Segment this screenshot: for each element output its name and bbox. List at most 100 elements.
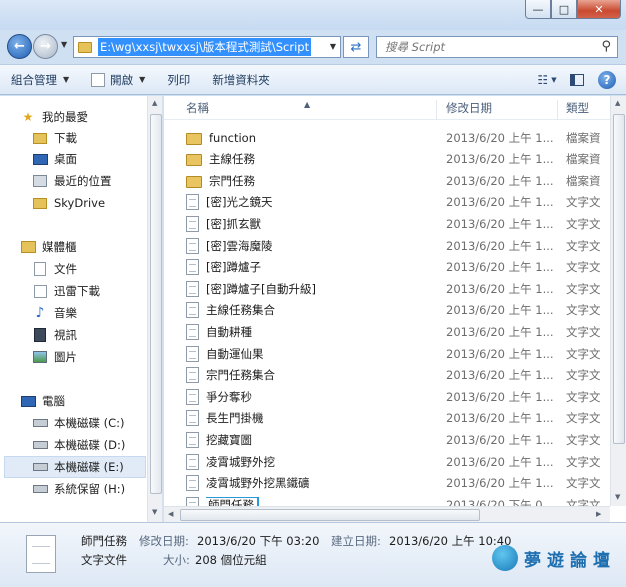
file-type: 文字文 [566, 324, 601, 339]
file-row[interactable]: 挖藏寶圖 2013/6/20 上午 1... 文字文 [178, 429, 610, 450]
nav-pictures[interactable]: 圖片 [32, 346, 162, 368]
preview-pane-button[interactable] [566, 69, 588, 91]
file-row[interactable]: 主線任務 2013/6/20 上午 1... 檔案資 [178, 149, 610, 170]
hscroll-thumb[interactable] [180, 509, 480, 521]
nav-label: 圖片 [54, 350, 77, 364]
minimize-button[interactable]: — [525, 0, 551, 19]
nav-skydrive[interactable]: SkyDrive [32, 192, 162, 214]
file-row[interactable]: 自動耕種 2013/6/20 上午 1... 文字文 [178, 321, 610, 342]
file-name: function [209, 130, 256, 145]
nav-drive-e[interactable]: 本機磁碟 (E:) [4, 456, 146, 478]
new-folder-button[interactable]: 新增資料夾 [201, 64, 281, 95]
file-list-vscrollbar[interactable]: ▲ ▼ [610, 96, 626, 506]
text-document-icon [186, 410, 199, 427]
scroll-right-icon[interactable]: ▶ [596, 510, 601, 518]
file-date: 2013/6/20 上午 1... [446, 476, 554, 491]
back-button[interactable]: ← [7, 34, 32, 59]
close-button[interactable]: ✕ [577, 0, 621, 19]
file-name: 自動運仙果 [206, 346, 264, 361]
print-button[interactable]: 列印 [156, 64, 201, 95]
text-document-icon [26, 535, 56, 573]
nav-desktop[interactable]: 桌面 [32, 148, 162, 170]
search-box[interactable]: ⚲ [376, 36, 618, 58]
recent-pages-dropdown[interactable]: ▼ [61, 40, 67, 49]
file-row[interactable]: 長生門掛機 2013/6/20 上午 1... 文字文 [178, 408, 610, 429]
file-type: 檔案資 [566, 152, 601, 167]
file-list-hscrollbar[interactable]: ◀ ▶ [164, 506, 610, 522]
nav-video[interactable]: 視訊 [32, 324, 162, 346]
file-row[interactable]: 爭分奪秒 2013/6/20 上午 1... 文字文 [178, 386, 610, 407]
column-date[interactable]: 修改日期 [446, 100, 492, 116]
forum-logo-icon [492, 545, 518, 571]
file-row[interactable]: 主線任務集合 2013/6/20 上午 1... 文字文 [178, 300, 610, 321]
file-row[interactable]: 宗門任務集合 2013/6/20 上午 1... 文字文 [178, 365, 610, 386]
back-arrow-icon: ← [14, 39, 25, 54]
vscroll-thumb[interactable] [613, 114, 625, 444]
file-row[interactable]: 宗門任務 2013/6/20 上午 1... 檔案資 [178, 170, 610, 191]
nav-label: 媒體櫃 [42, 240, 77, 254]
column-divider[interactable] [557, 100, 558, 120]
downloads-folder-icon [32, 131, 48, 145]
file-name-cell: [密]抓玄獸 [206, 216, 439, 232]
libraries-icon [20, 240, 36, 254]
maximize-button[interactable]: □ [551, 0, 577, 19]
file-name: 主線任務集合 [206, 303, 275, 318]
file-date: 2013/6/20 上午 1... [446, 324, 554, 339]
file-row[interactable]: 凌霄城野外挖黑鐵礦 2013/6/20 上午 1... 文字文 [178, 473, 610, 494]
scroll-down-icon[interactable]: ▼ [152, 508, 157, 516]
help-button[interactable]: ? [596, 69, 618, 91]
search-input[interactable] [377, 37, 587, 57]
folder-icon [78, 41, 92, 53]
file-name-cell: [密]雲海魔陵 [206, 238, 439, 254]
scroll-down-icon[interactable]: ▼ [615, 493, 620, 501]
nav-thunder-download[interactable]: 迅雷下載 [32, 280, 162, 302]
nav-documents[interactable]: 文件 [32, 258, 162, 280]
file-name-cell: 自動運仙果 [206, 346, 439, 362]
file-row[interactable]: [密]光之鏡天 2013/6/20 上午 1... 文字文 [178, 192, 610, 213]
text-document-icon [186, 259, 199, 276]
nav-music[interactable]: ♪ 音樂 [32, 302, 162, 324]
nav-favorites[interactable]: ★ 我的最愛 [20, 106, 162, 128]
nav-libraries[interactable]: 媒體櫃 [20, 236, 162, 258]
column-name[interactable]: 名稱 [186, 100, 209, 116]
file-name-cell: 自動耕種 [206, 324, 439, 340]
nav-computer[interactable]: 電腦 [20, 390, 162, 412]
text-document-icon [186, 302, 199, 319]
nav-drive-c[interactable]: 本機磁碟 (C:) [32, 412, 162, 434]
scroll-up-icon[interactable]: ▲ [615, 99, 620, 107]
file-row[interactable]: 凌霄城野外挖 2013/6/20 上午 1... 文字文 [178, 451, 610, 472]
nav-downloads[interactable]: 下載 [32, 127, 162, 149]
file-row[interactable]: 自動運仙果 2013/6/20 上午 1... 文字文 [178, 343, 610, 364]
file-row[interactable]: [密]蹲爐子[自動升級] 2013/6/20 上午 1... 文字文 [178, 278, 610, 299]
scroll-left-icon[interactable]: ◀ [168, 510, 173, 518]
details-size-label: 大小: [163, 553, 190, 567]
address-bar[interactable]: E:\wg\xxsj\twxxsj\版本程式測試\Script ▼ [73, 36, 341, 58]
column-type[interactable]: 類型 [566, 100, 589, 116]
nav-scroll-thumb[interactable] [150, 114, 162, 494]
search-icon[interactable]: ⚲ [601, 39, 611, 54]
organize-button[interactable]: 組合管理 ▼ [0, 64, 80, 95]
address-path[interactable]: E:\wg\xxsj\twxxsj\版本程式測試\Script [98, 38, 312, 56]
file-row[interactable]: [密]抓玄獸 2013/6/20 上午 1... 文字文 [178, 213, 610, 234]
text-document-icon [186, 237, 199, 254]
nav-drive-h[interactable]: 系統保留 (H:) [32, 478, 162, 500]
scroll-up-icon[interactable]: ▲ [152, 99, 157, 107]
notepad-icon [91, 72, 106, 87]
file-row[interactable]: [密]蹲爐子 2013/6/20 上午 1... 文字文 [178, 257, 610, 278]
refresh-button[interactable]: ⇄ [343, 36, 369, 58]
column-divider[interactable] [436, 100, 437, 120]
view-options-button[interactable]: ☷ ▼ [536, 69, 558, 91]
file-date: 2013/6/20 上午 1... [446, 152, 554, 167]
print-label: 列印 [167, 72, 191, 87]
text-document-icon [186, 431, 199, 448]
nav-label: 視訊 [54, 328, 77, 342]
forward-button[interactable]: → [33, 34, 58, 59]
nav-drive-d[interactable]: 本機磁碟 (D:) [32, 434, 162, 456]
address-dropdown-icon[interactable]: ▼ [330, 42, 336, 51]
open-button[interactable]: 開啟 ▼ [80, 64, 156, 95]
file-row[interactable]: function 2013/6/20 上午 1... 檔案資 [178, 127, 610, 148]
nav-recent-places[interactable]: 最近的位置 [32, 170, 162, 192]
address-row: ← → ▼ E:\wg\xxsj\twxxsj\版本程式測試\Script ▼ … [0, 30, 626, 64]
file-row[interactable]: [密]雲海魔陵 2013/6/20 上午 1... 文字文 [178, 235, 610, 256]
nav-scrollbar[interactable]: ▲ ▼ [147, 96, 162, 522]
